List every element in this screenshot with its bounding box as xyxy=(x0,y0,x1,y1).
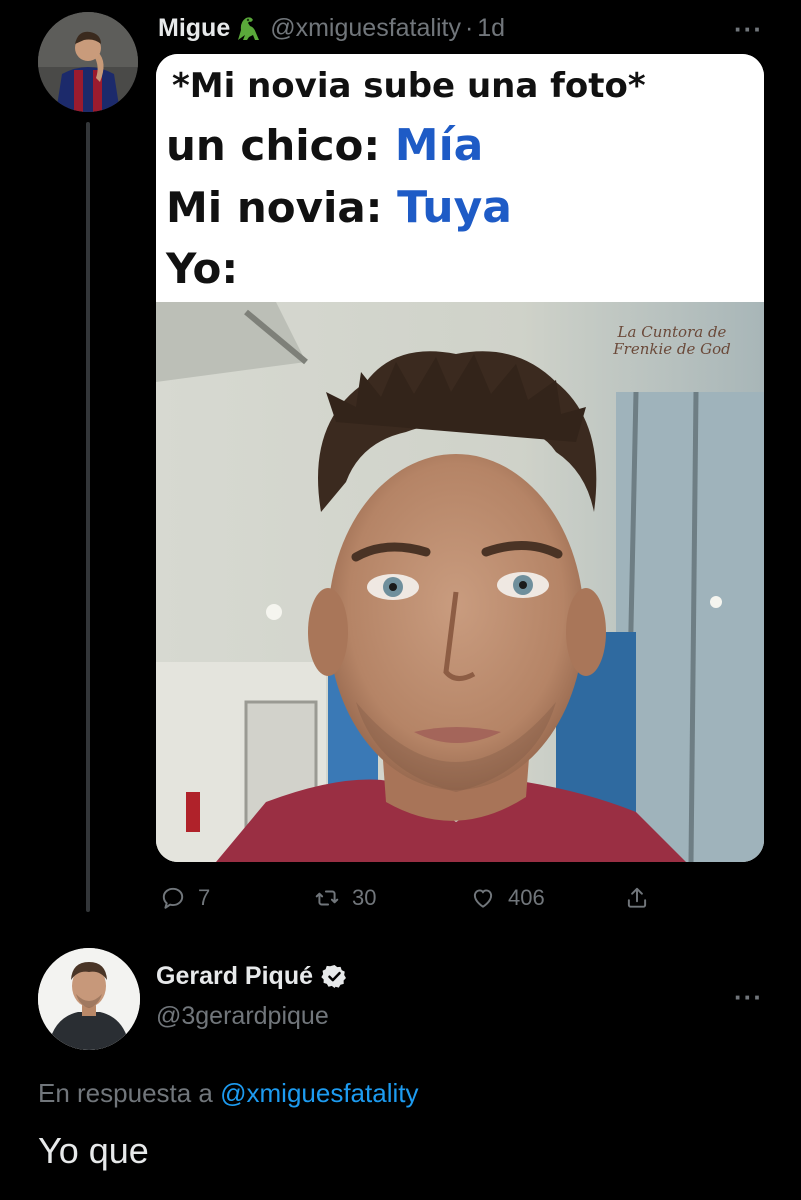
retweet-button[interactable]: 30 xyxy=(314,878,376,918)
more-options-icon[interactable]: ··· xyxy=(734,16,763,42)
reply-text: Yo que xyxy=(38,1130,149,1171)
tweet-timestamp[interactable]: 1d xyxy=(477,14,505,43)
share-icon xyxy=(627,887,647,908)
retweet-icon xyxy=(315,890,339,906)
replying-to: En respuesta a @xmiguesfatality xyxy=(38,1078,418,1109)
meme-line-1: *Mi novia sube una foto* xyxy=(172,66,646,106)
meme-line-3: Mi novia: Tuya xyxy=(166,182,512,233)
author-handle[interactable]: @xmiguesfatality xyxy=(270,14,461,43)
verified-badge-icon xyxy=(321,965,346,988)
reply-author-avatar[interactable] xyxy=(38,948,140,1050)
meme-line-3-prefix: Mi novia: xyxy=(166,183,383,232)
watermark-line-1: La Cuntora de xyxy=(617,323,727,341)
selfie-image xyxy=(156,302,764,862)
meme-line-2-prefix: un chico: xyxy=(166,121,381,170)
reply-icon xyxy=(162,887,184,909)
avatar-image xyxy=(38,948,140,1050)
meme-line-2-value: Mía xyxy=(394,120,484,171)
dinosaur-icon xyxy=(238,17,260,40)
reply-author-name-row: Gerard Piqué xyxy=(156,962,348,991)
reply-more-options-icon[interactable]: ··· xyxy=(734,984,763,1010)
replying-mention-link[interactable]: @xmiguesfatality xyxy=(220,1078,418,1108)
reply-button[interactable]: 7 xyxy=(160,878,210,918)
author-name[interactable]: Migue xyxy=(158,14,230,43)
meme-line-4: Yo: xyxy=(166,244,239,293)
thread-line xyxy=(86,122,90,912)
meme-caption: *Mi novia sube una foto* un chico: Mía M… xyxy=(156,54,764,302)
reply-author-name[interactable]: Gerard Piqué xyxy=(156,962,313,991)
retweet-count: 30 xyxy=(352,885,377,910)
reply-author-handle[interactable]: @3gerardpique xyxy=(156,1002,329,1031)
heart-icon xyxy=(473,889,493,908)
share-button[interactable] xyxy=(624,878,650,918)
tweet-header: Migue @xmiguesfatality · 1d xyxy=(158,10,505,46)
watermark-line-2: Frenkie de God xyxy=(613,340,731,358)
separator-dot: · xyxy=(464,13,474,42)
tweet-actions: 7 30 406 xyxy=(156,878,676,918)
avatar-image xyxy=(38,12,138,112)
like-count: 406 xyxy=(508,885,545,910)
replying-prefix: En respuesta a xyxy=(38,1078,213,1108)
meme-line-2: un chico: Mía xyxy=(166,120,483,171)
reply-count: 7 xyxy=(198,885,211,910)
meme-photo: La Cuntora de Frenkie de God xyxy=(156,302,764,862)
meme-line-3-value: Tuya xyxy=(397,182,512,233)
tweet-media[interactable]: *Mi novia sube una foto* un chico: Mía M… xyxy=(156,54,764,862)
like-button[interactable]: 406 xyxy=(470,878,545,918)
author-avatar[interactable] xyxy=(38,12,138,112)
watermark: La Cuntora de Frenkie de God xyxy=(602,324,742,358)
